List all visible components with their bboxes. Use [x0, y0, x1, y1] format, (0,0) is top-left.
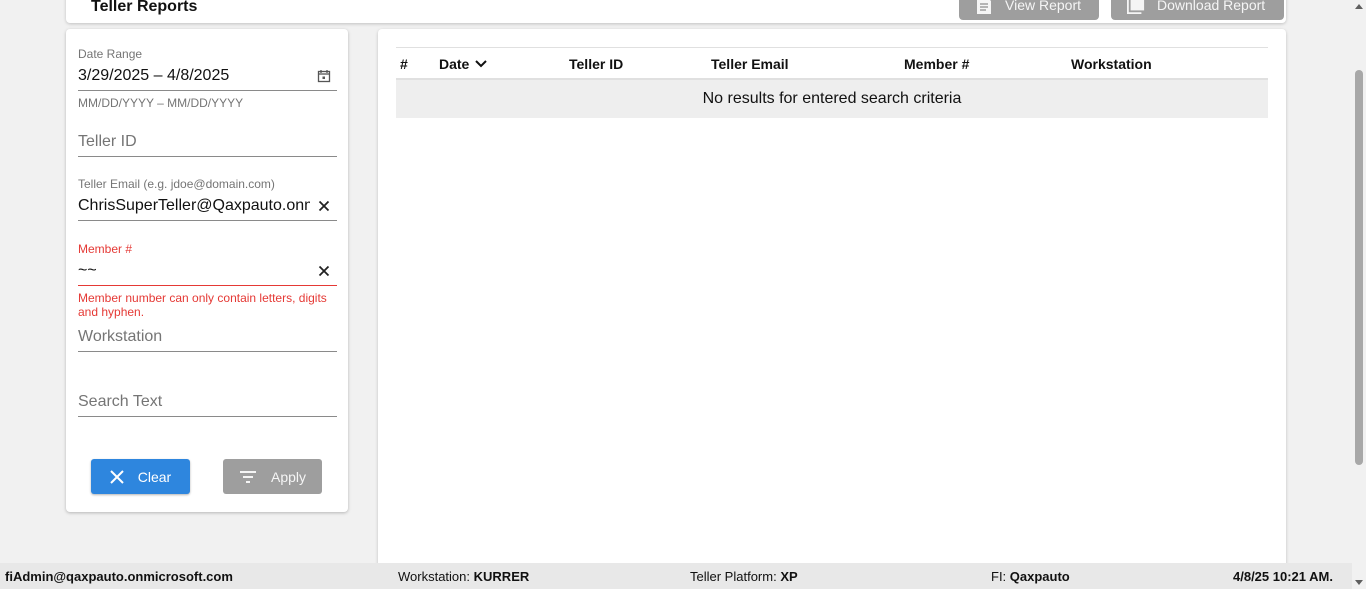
clear-button-label: Clear — [137, 468, 172, 485]
download-report-button[interactable]: Download Report — [1111, 0, 1284, 20]
status-datetime: 4/8/25 10:21 AM. — [1233, 569, 1333, 584]
chevron-down-icon — [475, 60, 488, 68]
status-teller-platform: Teller Platform: XP — [690, 569, 798, 584]
column-header-date[interactable]: Date — [439, 56, 488, 72]
apply-button[interactable]: Apply — [223, 459, 322, 494]
filter-panel: Date Range 3/29/2025 – 4/8/2025 MM/DD/YY… — [66, 29, 348, 512]
search-text-field[interactable]: Search Text — [78, 387, 337, 417]
filter-icon — [239, 470, 256, 483]
teller-id-field[interactable]: Teller ID — [78, 127, 337, 157]
calendar-icon[interactable] — [317, 69, 331, 83]
page-title: Teller Reports — [91, 0, 198, 15]
close-icon — [110, 469, 124, 484]
view-report-button[interactable]: View Report — [959, 0, 1099, 20]
scroll-thumb[interactable] — [1355, 70, 1363, 465]
status-fi: FI: Qaxpauto — [991, 569, 1070, 584]
teller-email-label: Teller Email (e.g. jdoe@domain.com) — [78, 177, 275, 191]
member-number-input[interactable]: ~~ — [78, 262, 310, 280]
status-user: fiAdmin@qaxpauto.onmicrosoft.com — [5, 569, 233, 584]
column-header-teller-email[interactable]: Teller Email — [711, 56, 789, 72]
date-range-label: Date Range — [78, 47, 143, 61]
apply-button-label: Apply — [270, 468, 307, 485]
results-table: # Date Teller ID Teller Email Member # W… — [396, 47, 1268, 118]
download-report-label: Download Report — [1157, 0, 1266, 13]
member-number-field[interactable]: Member # ~~ Member number can only conta… — [78, 242, 337, 319]
document-icon — [977, 0, 991, 14]
empty-results-message: No results for entered search criteria — [396, 80, 1268, 118]
pdf-icon — [1127, 0, 1145, 14]
teller-email-field[interactable]: Teller Email (e.g. jdoe@domain.com) Chri… — [78, 177, 337, 221]
date-range-field[interactable]: Date Range 3/29/2025 – 4/8/2025 MM/DD/YY… — [78, 47, 337, 110]
clear-member-icon[interactable] — [317, 264, 331, 278]
search-text-input[interactable]: Search Text — [78, 393, 162, 411]
vertical-scrollbar[interactable] — [1352, 0, 1366, 589]
scroll-up-icon[interactable] — [1355, 4, 1363, 9]
workstation-input[interactable]: Workstation — [78, 328, 162, 346]
teller-id-input[interactable]: Teller ID — [78, 133, 137, 151]
date-range-helper: MM/DD/YYYY – MM/DD/YYYY — [78, 96, 244, 110]
member-number-error: Member number can only contain letters, … — [78, 291, 327, 319]
member-number-label: Member # — [78, 242, 133, 256]
workstation-field[interactable]: Workstation — [78, 322, 337, 352]
column-header-workstation[interactable]: Workstation — [1071, 56, 1152, 72]
clear-button[interactable]: Clear — [91, 459, 190, 494]
teller-email-input[interactable]: ChrisSuperTeller@Qaxpauto.onmicrosoft.co… — [78, 197, 310, 215]
date-range-input[interactable]: 3/29/2025 – 4/8/2025 — [78, 67, 310, 85]
column-header-member[interactable]: Member # — [904, 56, 969, 72]
column-header-number[interactable]: # — [400, 56, 408, 72]
scroll-down-icon[interactable] — [1355, 580, 1363, 585]
view-report-label: View Report — [1005, 0, 1082, 13]
clear-email-icon[interactable] — [317, 199, 331, 213]
status-bar: fiAdmin@qaxpauto.onmicrosoft.com Worksta… — [0, 563, 1352, 589]
table-header: # Date Teller ID Teller Email Member # W… — [396, 47, 1268, 80]
status-workstation: Workstation: KURRER — [398, 569, 530, 584]
results-panel: # Date Teller ID Teller Email Member # W… — [378, 29, 1286, 569]
page-header: Teller Reports View Report Download Repo… — [66, 0, 1286, 23]
column-header-teller-id[interactable]: Teller ID — [569, 56, 623, 72]
